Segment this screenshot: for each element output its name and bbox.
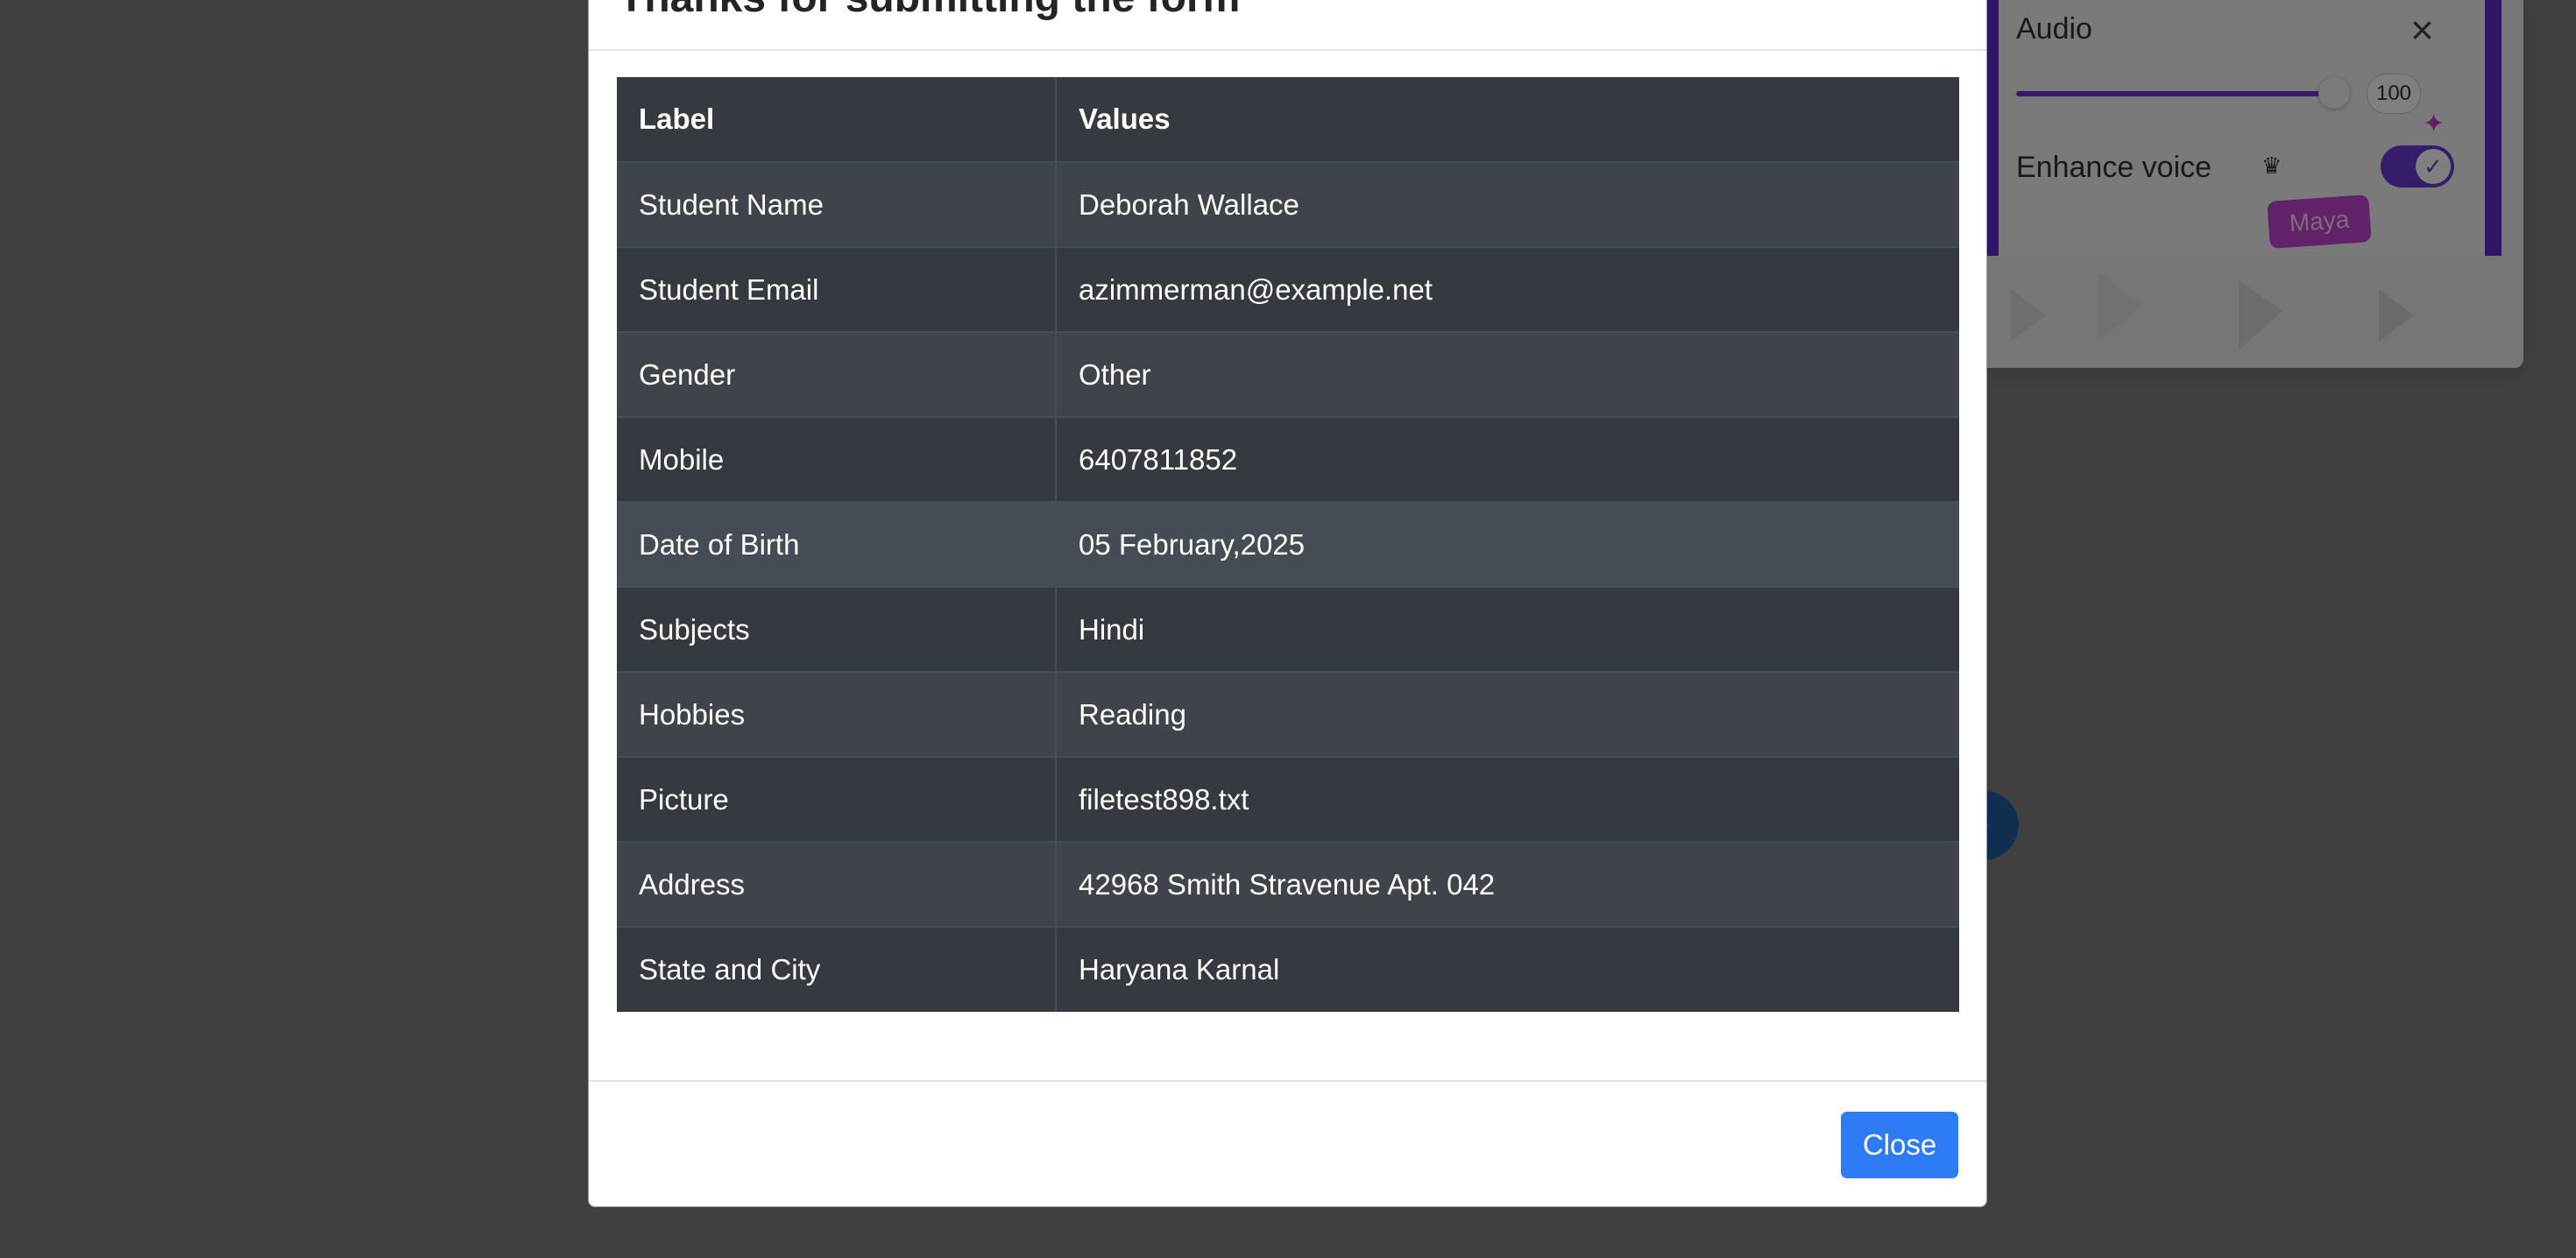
table-row: Mobile 6407811852 [617, 416, 1959, 502]
submission-table: Label Values Student Name Deborah Wallac… [617, 77, 1959, 1012]
row-label: Gender [617, 331, 1057, 417]
row-value: 05 February,2025 [1056, 501, 1959, 587]
row-value: Hindi [1056, 586, 1959, 672]
modal-footer: Close [589, 1080, 1986, 1209]
row-value: filetest898.txt [1056, 756, 1959, 842]
row-label: Date of Birth [617, 501, 1057, 587]
row-value: Reading [1056, 671, 1959, 757]
row-value: Haryana Karnal [1056, 926, 1959, 1012]
row-label: Hobbies [617, 671, 1057, 757]
row-label: Student Email [617, 246, 1057, 332]
row-value: 6407811852 [1056, 416, 1959, 502]
modal-title: Thanks for submitting the form [619, 0, 1240, 22]
row-label: State and City [617, 926, 1057, 1012]
row-value: Other [1056, 331, 1959, 417]
table-row: Subjects Hindi [617, 586, 1959, 672]
row-label: Picture [617, 756, 1057, 842]
column-header-values: Values [1056, 77, 1959, 162]
row-value: Deborah Wallace [1056, 161, 1959, 247]
table-row: Picture filetest898.txt [617, 756, 1959, 842]
table-row: Date of Birth 05 February,2025 [617, 501, 1959, 587]
modal-header: Thanks for submitting the form [589, 0, 1986, 51]
row-label: Student Name [617, 161, 1057, 247]
row-value: azimmerman@example.net [1056, 246, 1959, 332]
table-row: Student Name Deborah Wallace [617, 161, 1959, 247]
close-button[interactable]: Close [1841, 1112, 1958, 1178]
table-row: Address 42968 Smith Stravenue Apt. 042 [617, 841, 1959, 927]
table-row: Student Email azimmerman@example.net [617, 246, 1959, 332]
table-header-row: Label Values [617, 77, 1959, 162]
column-header-label: Label [617, 77, 1057, 162]
row-value: 42968 Smith Stravenue Apt. 042 [1056, 841, 1959, 927]
submission-modal: Thanks for submitting the form Label Val… [588, 0, 1987, 1207]
table-row: Gender Other [617, 331, 1959, 417]
row-label: Mobile [617, 416, 1057, 502]
table-row: Hobbies Reading [617, 671, 1959, 757]
table-row: State and City Haryana Karnal [617, 926, 1959, 1012]
row-label: Address [617, 841, 1057, 927]
row-label: Subjects [617, 586, 1057, 672]
